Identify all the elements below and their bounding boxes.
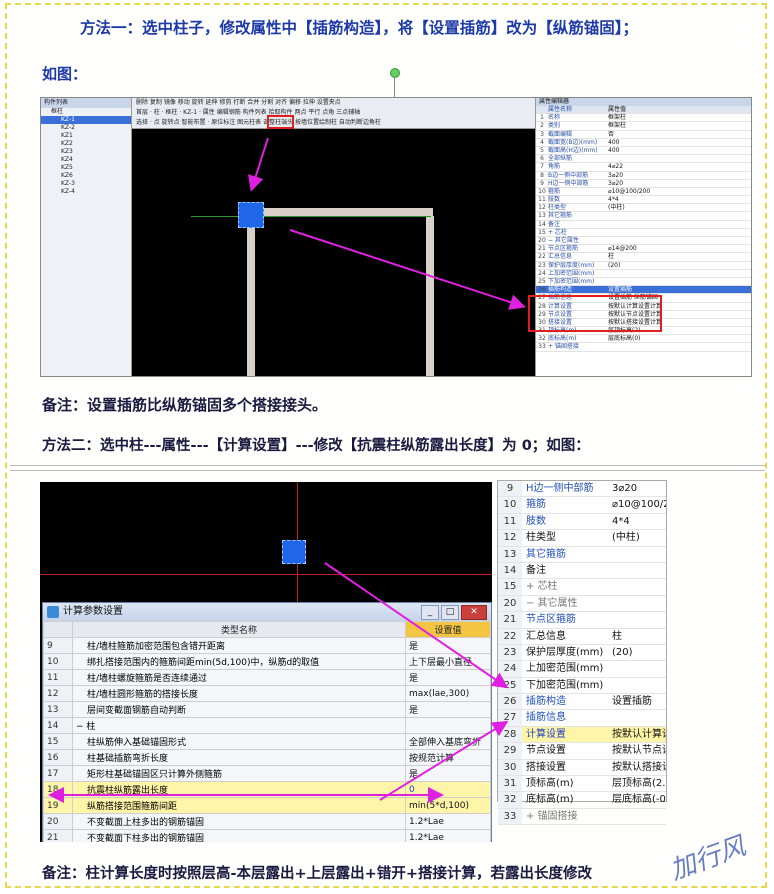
arrow-to-calc-setting: [324, 562, 509, 689]
arrow-to-rebar-setting: [289, 229, 526, 310]
annotation-arrows: [48, 137, 526, 803]
arrow-to-column: [248, 137, 269, 192]
arrow-to-props2: [379, 720, 509, 801]
